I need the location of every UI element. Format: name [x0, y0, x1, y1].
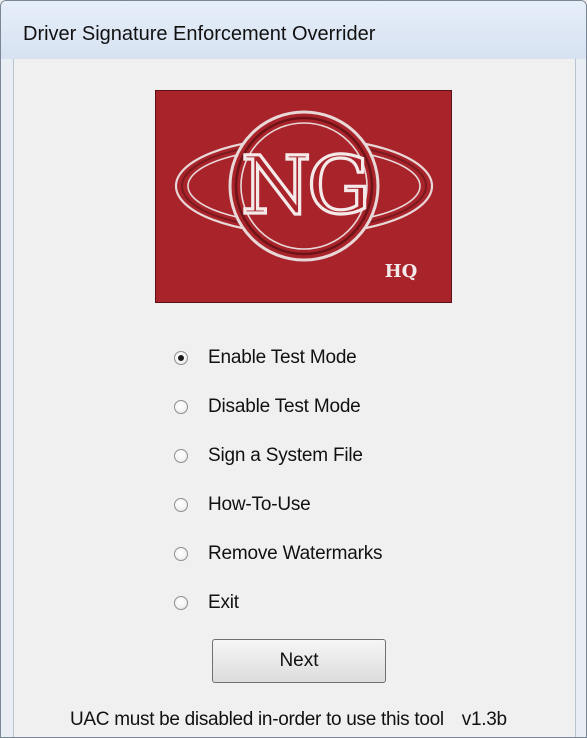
- option-disable-test-mode[interactable]: Disable Test Mode: [174, 393, 361, 421]
- version-label: v1.3b: [461, 709, 507, 730]
- footer-status: UAC must be disabled in-order to use thi…: [70, 709, 507, 731]
- radio-button[interactable]: [174, 351, 188, 365]
- option-enable-test-mode[interactable]: Enable Test Mode: [174, 344, 357, 372]
- logo-hq-text: HQ: [385, 261, 418, 282]
- option-how-to-use[interactable]: How-To-Use: [174, 491, 311, 519]
- option-label: How-To-Use: [208, 494, 311, 515]
- uac-note: UAC must be disabled in-order to use thi…: [70, 709, 444, 730]
- radio-button[interactable]: [174, 596, 188, 610]
- option-exit[interactable]: Exit: [174, 589, 239, 617]
- radio-button[interactable]: [174, 449, 188, 463]
- radio-button[interactable]: [174, 547, 188, 561]
- radio-button[interactable]: [174, 400, 188, 414]
- option-remove-watermarks[interactable]: Remove Watermarks: [174, 540, 383, 568]
- window-title: Driver Signature Enforcement Overrider: [23, 23, 376, 45]
- option-label: Remove Watermarks: [208, 543, 383, 564]
- option-label: Disable Test Mode: [208, 396, 361, 417]
- title-bar[interactable]: Driver Signature Enforcement Overrider: [1, 1, 586, 59]
- ngohq-logo: NG HQ: [155, 90, 452, 303]
- dialog-window: Driver Signature Enforcement Overrider N…: [0, 0, 587, 738]
- next-button[interactable]: Next: [212, 639, 386, 683]
- radio-button[interactable]: [174, 498, 188, 512]
- logo-ng-text: NG: [241, 139, 367, 232]
- option-label: Exit: [208, 592, 239, 613]
- option-label: Enable Test Mode: [208, 347, 357, 368]
- option-label: Sign a System File: [208, 445, 363, 466]
- option-sign-system-file[interactable]: Sign a System File: [174, 442, 363, 470]
- dialog-body: NG HQ Enable Test Mode Disable Test Mode…: [13, 59, 576, 737]
